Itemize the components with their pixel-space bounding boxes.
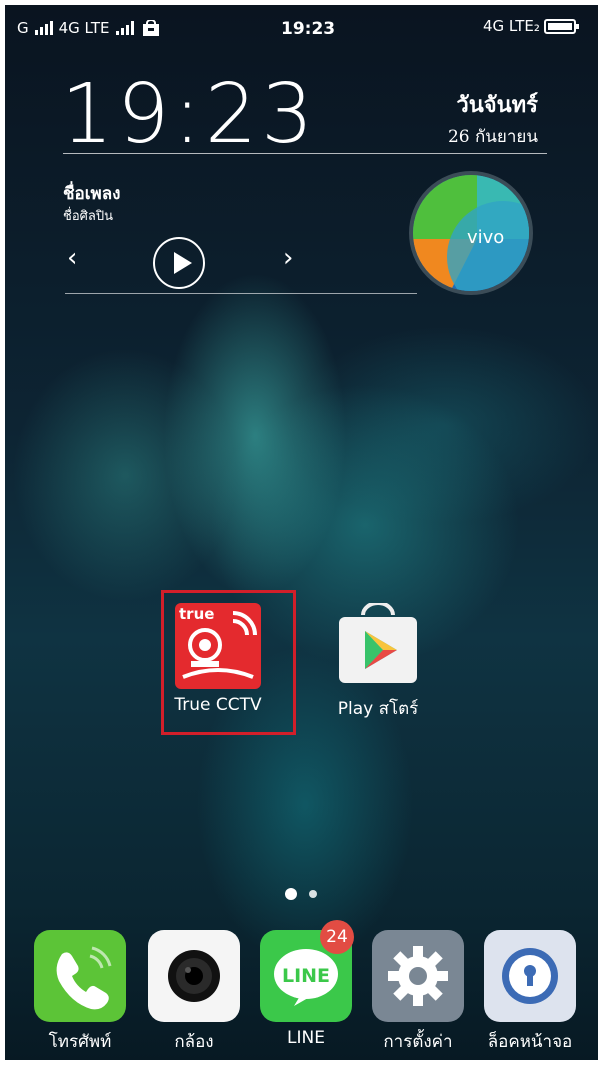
- dock: โทรศัพท์ กล้อง LINE 24 LINE การตั้งค่า ล…: [5, 920, 598, 1060]
- home-screen: G 4G LTE 19:23 4G LTE₂ 19:23 วันจันทร์ 2…: [5, 5, 598, 1060]
- date-label: 26 กันยายน: [447, 127, 538, 147]
- play-store-icon: [335, 601, 421, 689]
- dock-label: ล็อคหน้าจอ: [487, 1032, 573, 1052]
- dock-app-line[interactable]: LINE 24 LINE: [251, 920, 361, 1048]
- dock-label: โทรศัพท์: [48, 1032, 112, 1052]
- signal-icon-2: [115, 21, 134, 35]
- page-dot-active[interactable]: [285, 888, 297, 900]
- status-time: 19:23: [281, 19, 336, 39]
- shopping-bag-icon: [142, 20, 159, 36]
- app-play-store[interactable]: Play สโตร์: [323, 593, 433, 722]
- dock-label: กล้อง: [174, 1032, 214, 1052]
- highlight-box: [161, 590, 296, 735]
- song-title: ชื่อเพลง: [63, 184, 121, 204]
- dock-app-settings[interactable]: การตั้งค่า: [363, 930, 473, 1055]
- network-type-2: 4G LTE₂: [483, 17, 540, 35]
- page-indicator: [285, 888, 317, 900]
- dock-label: การตั้งค่า: [383, 1032, 453, 1052]
- music-divider: [65, 293, 417, 294]
- signal-icon: [34, 21, 53, 35]
- app-label: Play สโตร์: [337, 699, 419, 719]
- network-type: 4G LTE: [58, 19, 110, 37]
- line-icon: LINE 24: [260, 920, 354, 1022]
- battery-icon: [543, 18, 579, 34]
- vivo-widget[interactable]: vivo: [409, 171, 533, 295]
- status-right: 4G LTE₂: [483, 17, 579, 35]
- previous-track-icon[interactable]: ‹: [67, 243, 77, 273]
- clock-display: 19:23: [61, 67, 318, 162]
- settings-icon: [372, 930, 464, 1022]
- play-button[interactable]: [153, 237, 205, 289]
- next-track-icon[interactable]: ›: [283, 243, 293, 273]
- divider: [63, 153, 547, 154]
- dock-app-phone[interactable]: โทรศัพท์: [25, 930, 135, 1055]
- page-dot[interactable]: [309, 890, 317, 898]
- phone-icon: [34, 930, 126, 1022]
- line-logo-text: LINE: [282, 965, 330, 987]
- dock-app-camera[interactable]: กล้อง: [139, 930, 249, 1055]
- camera-icon: [148, 930, 240, 1022]
- lock-screen-icon: [484, 930, 576, 1022]
- artist-name: ชื่อศิลปิน: [63, 209, 113, 224]
- dock-label: LINE: [287, 1028, 325, 1048]
- status-left: G 4G LTE: [17, 19, 160, 37]
- play-icon: [174, 252, 192, 274]
- dock-app-lock-screen[interactable]: ล็อคหน้าจอ: [475, 930, 585, 1055]
- notification-badge: 24: [320, 920, 354, 954]
- status-bar: G 4G LTE 19:23 4G LTE₂: [5, 5, 598, 51]
- day-name: วันจันทร์: [456, 92, 538, 118]
- vivo-label: vivo: [467, 227, 505, 248]
- carrier-1: G: [17, 19, 29, 37]
